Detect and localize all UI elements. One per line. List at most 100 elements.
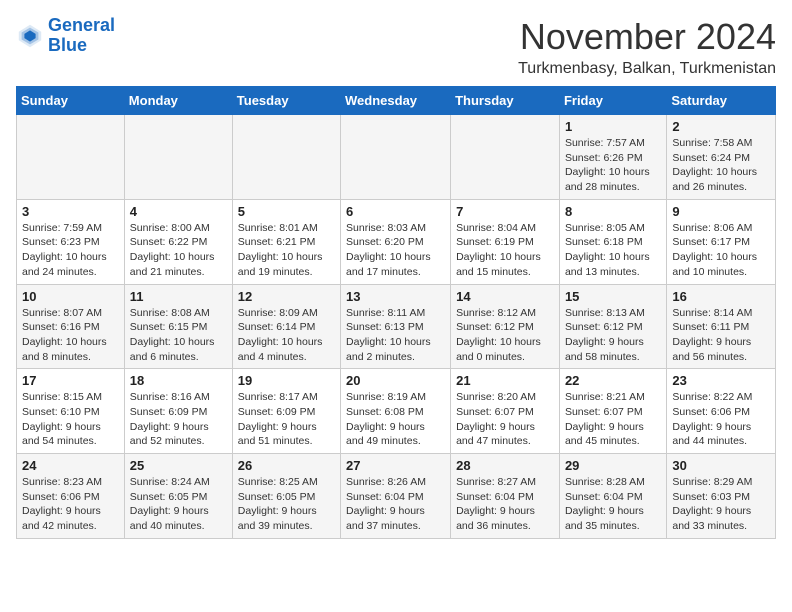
day-cell: 30 Sunrise: 8:29 AMSunset: 6:03 PMDaylig… — [667, 454, 776, 539]
calendar-table: SundayMondayTuesdayWednesdayThursdayFrid… — [16, 86, 776, 539]
day-cell: 1 Sunrise: 7:57 AMSunset: 6:26 PMDayligh… — [559, 115, 666, 200]
day-cell: 27 Sunrise: 8:26 AMSunset: 6:04 PMDaylig… — [341, 454, 451, 539]
day-info: Sunrise: 8:04 AMSunset: 6:19 PMDaylight:… — [456, 221, 554, 280]
header: General Blue November 2024 Turkmenbasy, … — [16, 16, 776, 78]
day-cell: 4 Sunrise: 8:00 AMSunset: 6:22 PMDayligh… — [124, 199, 232, 284]
day-info: Sunrise: 8:25 AMSunset: 6:05 PMDaylight:… — [238, 475, 335, 534]
title-block: November 2024 Turkmenbasy, Balkan, Turkm… — [518, 16, 776, 78]
week-row-1: 1 Sunrise: 7:57 AMSunset: 6:26 PMDayligh… — [17, 115, 776, 200]
day-info: Sunrise: 8:15 AMSunset: 6:10 PMDaylight:… — [22, 390, 119, 449]
day-cell: 17 Sunrise: 8:15 AMSunset: 6:10 PMDaylig… — [17, 369, 125, 454]
day-number: 19 — [238, 373, 335, 388]
day-cell: 2 Sunrise: 7:58 AMSunset: 6:24 PMDayligh… — [667, 115, 776, 200]
location-subtitle: Turkmenbasy, Balkan, Turkmenistan — [518, 60, 776, 78]
day-cell — [232, 115, 340, 200]
day-number: 17 — [22, 373, 119, 388]
day-cell: 13 Sunrise: 8:11 AMSunset: 6:13 PMDaylig… — [341, 284, 451, 369]
day-cell: 12 Sunrise: 8:09 AMSunset: 6:14 PMDaylig… — [232, 284, 340, 369]
day-cell — [341, 115, 451, 200]
weekday-header-thursday: Thursday — [451, 87, 560, 115]
day-number: 9 — [672, 204, 770, 219]
day-number: 20 — [346, 373, 445, 388]
day-number: 21 — [456, 373, 554, 388]
day-cell: 8 Sunrise: 8:05 AMSunset: 6:18 PMDayligh… — [559, 199, 666, 284]
day-info: Sunrise: 8:06 AMSunset: 6:17 PMDaylight:… — [672, 221, 770, 280]
day-number: 30 — [672, 458, 770, 473]
day-cell: 24 Sunrise: 8:23 AMSunset: 6:06 PMDaylig… — [17, 454, 125, 539]
weekday-header-wednesday: Wednesday — [341, 87, 451, 115]
logo: General Blue — [16, 16, 115, 56]
day-number: 4 — [130, 204, 227, 219]
day-info: Sunrise: 8:20 AMSunset: 6:07 PMDaylight:… — [456, 390, 554, 449]
day-info: Sunrise: 8:13 AMSunset: 6:12 PMDaylight:… — [565, 306, 661, 365]
day-cell: 19 Sunrise: 8:17 AMSunset: 6:09 PMDaylig… — [232, 369, 340, 454]
day-cell: 18 Sunrise: 8:16 AMSunset: 6:09 PMDaylig… — [124, 369, 232, 454]
day-info: Sunrise: 8:19 AMSunset: 6:08 PMDaylight:… — [346, 390, 445, 449]
day-number: 1 — [565, 119, 661, 134]
day-info: Sunrise: 8:11 AMSunset: 6:13 PMDaylight:… — [346, 306, 445, 365]
day-info: Sunrise: 8:08 AMSunset: 6:15 PMDaylight:… — [130, 306, 227, 365]
logo-blue: Blue — [48, 35, 87, 55]
day-number: 29 — [565, 458, 661, 473]
day-cell: 6 Sunrise: 8:03 AMSunset: 6:20 PMDayligh… — [341, 199, 451, 284]
day-cell: 23 Sunrise: 8:22 AMSunset: 6:06 PMDaylig… — [667, 369, 776, 454]
day-number: 13 — [346, 289, 445, 304]
day-number: 25 — [130, 458, 227, 473]
day-info: Sunrise: 8:07 AMSunset: 6:16 PMDaylight:… — [22, 306, 119, 365]
day-info: Sunrise: 8:14 AMSunset: 6:11 PMDaylight:… — [672, 306, 770, 365]
day-info: Sunrise: 8:03 AMSunset: 6:20 PMDaylight:… — [346, 221, 445, 280]
day-cell: 10 Sunrise: 8:07 AMSunset: 6:16 PMDaylig… — [17, 284, 125, 369]
day-number: 6 — [346, 204, 445, 219]
day-number: 7 — [456, 204, 554, 219]
day-cell: 25 Sunrise: 8:24 AMSunset: 6:05 PMDaylig… — [124, 454, 232, 539]
logo-general: General — [48, 15, 115, 35]
day-cell: 11 Sunrise: 8:08 AMSunset: 6:15 PMDaylig… — [124, 284, 232, 369]
day-info: Sunrise: 7:59 AMSunset: 6:23 PMDaylight:… — [22, 221, 119, 280]
logo-icon — [16, 22, 44, 50]
day-cell — [451, 115, 560, 200]
weekday-header-tuesday: Tuesday — [232, 87, 340, 115]
day-cell: 22 Sunrise: 8:21 AMSunset: 6:07 PMDaylig… — [559, 369, 666, 454]
day-info: Sunrise: 7:57 AMSunset: 6:26 PMDaylight:… — [565, 136, 661, 195]
day-cell: 20 Sunrise: 8:19 AMSunset: 6:08 PMDaylig… — [341, 369, 451, 454]
day-cell: 14 Sunrise: 8:12 AMSunset: 6:12 PMDaylig… — [451, 284, 560, 369]
day-number: 11 — [130, 289, 227, 304]
day-number: 16 — [672, 289, 770, 304]
day-info: Sunrise: 8:16 AMSunset: 6:09 PMDaylight:… — [130, 390, 227, 449]
day-info: Sunrise: 8:21 AMSunset: 6:07 PMDaylight:… — [565, 390, 661, 449]
day-number: 23 — [672, 373, 770, 388]
day-number: 5 — [238, 204, 335, 219]
week-row-4: 17 Sunrise: 8:15 AMSunset: 6:10 PMDaylig… — [17, 369, 776, 454]
day-info: Sunrise: 8:00 AMSunset: 6:22 PMDaylight:… — [130, 221, 227, 280]
week-row-5: 24 Sunrise: 8:23 AMSunset: 6:06 PMDaylig… — [17, 454, 776, 539]
day-info: Sunrise: 8:23 AMSunset: 6:06 PMDaylight:… — [22, 475, 119, 534]
day-number: 8 — [565, 204, 661, 219]
day-number: 2 — [672, 119, 770, 134]
day-cell: 7 Sunrise: 8:04 AMSunset: 6:19 PMDayligh… — [451, 199, 560, 284]
week-row-3: 10 Sunrise: 8:07 AMSunset: 6:16 PMDaylig… — [17, 284, 776, 369]
day-number: 27 — [346, 458, 445, 473]
day-info: Sunrise: 8:26 AMSunset: 6:04 PMDaylight:… — [346, 475, 445, 534]
day-cell: 3 Sunrise: 7:59 AMSunset: 6:23 PMDayligh… — [17, 199, 125, 284]
day-cell: 16 Sunrise: 8:14 AMSunset: 6:11 PMDaylig… — [667, 284, 776, 369]
day-number: 14 — [456, 289, 554, 304]
day-number: 10 — [22, 289, 119, 304]
day-number: 24 — [22, 458, 119, 473]
day-number: 15 — [565, 289, 661, 304]
weekday-header-sunday: Sunday — [17, 87, 125, 115]
day-info: Sunrise: 8:12 AMSunset: 6:12 PMDaylight:… — [456, 306, 554, 365]
day-cell — [17, 115, 125, 200]
day-cell: 26 Sunrise: 8:25 AMSunset: 6:05 PMDaylig… — [232, 454, 340, 539]
day-info: Sunrise: 8:29 AMSunset: 6:03 PMDaylight:… — [672, 475, 770, 534]
week-row-2: 3 Sunrise: 7:59 AMSunset: 6:23 PMDayligh… — [17, 199, 776, 284]
weekday-header-row: SundayMondayTuesdayWednesdayThursdayFrid… — [17, 87, 776, 115]
day-cell: 29 Sunrise: 8:28 AMSunset: 6:04 PMDaylig… — [559, 454, 666, 539]
weekday-header-friday: Friday — [559, 87, 666, 115]
day-cell: 9 Sunrise: 8:06 AMSunset: 6:17 PMDayligh… — [667, 199, 776, 284]
weekday-header-saturday: Saturday — [667, 87, 776, 115]
month-title: November 2024 — [518, 16, 776, 58]
day-cell: 15 Sunrise: 8:13 AMSunset: 6:12 PMDaylig… — [559, 284, 666, 369]
day-info: Sunrise: 8:01 AMSunset: 6:21 PMDaylight:… — [238, 221, 335, 280]
day-info: Sunrise: 8:17 AMSunset: 6:09 PMDaylight:… — [238, 390, 335, 449]
day-info: Sunrise: 7:58 AMSunset: 6:24 PMDaylight:… — [672, 136, 770, 195]
